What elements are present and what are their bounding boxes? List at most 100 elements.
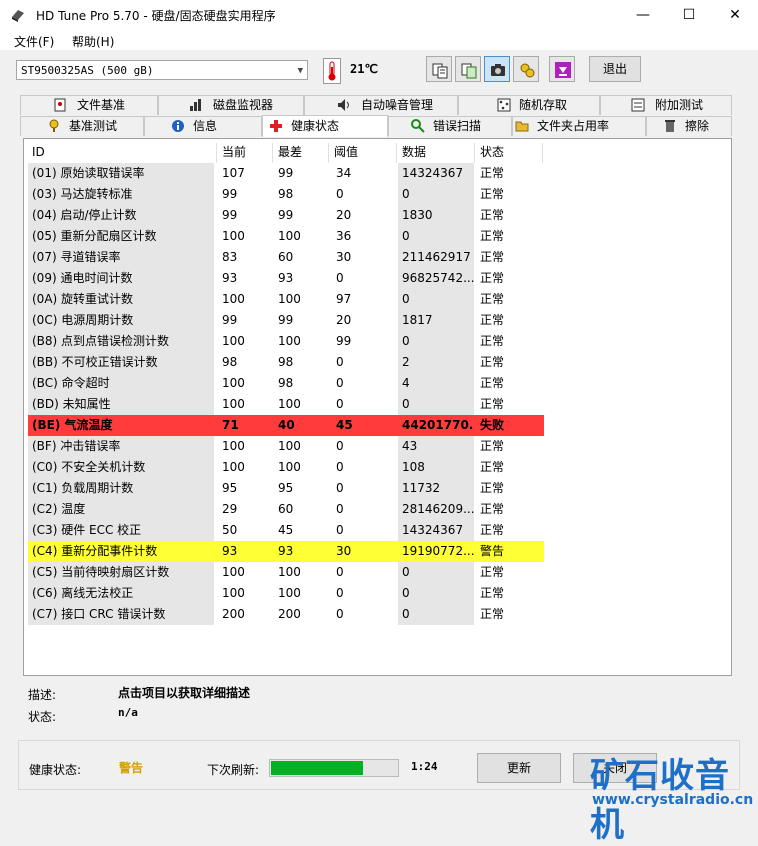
table-row[interactable]: (05) 重新分配扇区计数 100 100 36 0 正常: [28, 226, 544, 247]
table-header: ID 当前 最差 阈值 数据 状态: [28, 141, 728, 163]
column-header-status[interactable]: 状态: [480, 141, 504, 163]
current-cell: 100: [218, 394, 270, 415]
table-row[interactable]: (C7) 接口 CRC 错误计数 200 200 0 0 正常: [28, 604, 544, 625]
close-window-button[interactable]: ✕: [712, 0, 758, 30]
tab-info[interactable]: 信息: [144, 116, 262, 136]
current-cell: 100: [218, 583, 270, 604]
attribute-id-cell: (C3) 硬件 ECC 校正: [28, 520, 214, 541]
threshold-cell: 0: [336, 607, 344, 621]
drive-select-value: ST9500325AS (500 gB): [21, 64, 154, 77]
table-row[interactable]: (01) 原始读取错误率 107 99 34 14324367 正常: [28, 163, 544, 184]
table-row[interactable]: (C6) 离线无法校正 100 100 0 0 正常: [28, 583, 544, 604]
menu-help[interactable]: 帮助(H): [72, 33, 114, 50]
threshold-cell: 97: [336, 292, 352, 306]
worst-cell: 98: [278, 187, 294, 201]
table-row[interactable]: (C4) 重新分配事件计数 93 93 30 19190772... 警告: [28, 541, 544, 562]
column-header-id[interactable]: ID: [32, 141, 45, 163]
table-row[interactable]: (B8) 点到点错误检测计数 100 100 99 0 正常: [28, 331, 544, 352]
tab-label: 磁盘监视器: [213, 98, 274, 112]
table-row[interactable]: (BB) 不可校正错误计数 98 98 0 2 正常: [28, 352, 544, 373]
save-button[interactable]: [549, 56, 575, 82]
tab-file-benchmark[interactable]: 文件基准: [20, 95, 158, 115]
table-row[interactable]: (03) 马达旋转标准 99 98 0 0 正常: [28, 184, 544, 205]
worst-cell: 100: [278, 565, 301, 579]
tab-extra-tests[interactable]: 附加测试: [600, 95, 732, 115]
attribute-id-cell: (BC) 命令超时: [28, 373, 214, 394]
column-header-worst[interactable]: 最差: [278, 141, 302, 163]
smart-table[interactable]: ID 当前 最差 阈值 数据 状态 (01) 原始读取错误率 107 99 34 143…: [23, 138, 732, 676]
table-row[interactable]: (07) 寻道错误率 83 60 30 211462917 正常: [28, 247, 544, 268]
current-cell: 200: [218, 604, 270, 625]
tab-health[interactable]: 健康状态: [262, 115, 388, 137]
status-cell: 正常: [480, 355, 505, 369]
copy-info-button[interactable]: [455, 56, 481, 82]
status-cell: 正常: [480, 523, 505, 537]
table-row[interactable]: (09) 通电时间计数 93 93 0 96825742... 正常: [28, 268, 544, 289]
table-row[interactable]: (C5) 当前待映射扇区计数 100 100 0 0 正常: [28, 562, 544, 583]
health-status-value: 警告: [119, 761, 144, 775]
status-cell: 正常: [480, 586, 505, 600]
update-button[interactable]: 更新: [477, 753, 561, 783]
drive-select[interactable]: ST9500325AS (500 gB) ▼: [16, 60, 308, 80]
maximize-button[interactable]: ☐: [666, 0, 712, 30]
status-cell: 正常: [480, 334, 505, 348]
column-header-data[interactable]: 数据: [402, 141, 426, 163]
table-row[interactable]: (C0) 不安全关机计数 100 100 0 108 正常: [28, 457, 544, 478]
table-row[interactable]: (BF) 冲击错误率 100 100 0 43 正常: [28, 436, 544, 457]
tab-folder-usage[interactable]: 文件夹占用率: [512, 116, 646, 136]
menu-file[interactable]: 文件(F): [14, 33, 54, 50]
watermark: 矿石收音机 www.crystalradio.cn: [590, 748, 756, 845]
tab-label: 随机存取: [519, 98, 568, 112]
column-header-current[interactable]: 当前: [222, 141, 246, 163]
attribute-id-cell: (BB) 不可校正错误计数: [28, 352, 214, 373]
table-row[interactable]: (0C) 电源周期计数 99 99 20 1817 正常: [28, 310, 544, 331]
tab-label: 健康状态: [291, 119, 340, 133]
threshold-cell: 20: [336, 208, 352, 222]
tab-noise-management[interactable]: 自动噪音管理: [304, 95, 458, 115]
table-row[interactable]: (C1) 负载周期计数 95 95 0 11732 正常: [28, 478, 544, 499]
exit-button[interactable]: 退出: [589, 56, 641, 82]
threshold-cell: 0: [336, 376, 344, 390]
table-row[interactable]: (C2) 温度 29 60 0 28146209... 正常: [28, 499, 544, 520]
attribute-id-cell: (C0) 不安全关机计数: [28, 457, 214, 478]
save-icon: [555, 62, 571, 78]
attribute-id-cell: (04) 启动/停止计数: [28, 205, 214, 226]
table-row[interactable]: (BD) 未知属性 100 100 0 0 正常: [28, 394, 544, 415]
threshold-cell: 30: [336, 250, 352, 264]
description-label: 描述:: [28, 688, 57, 702]
column-header-threshold[interactable]: 阈值: [334, 141, 358, 163]
table-row[interactable]: (C3) 硬件 ECC 校正 50 45 0 14324367 正常: [28, 520, 544, 541]
column-divider: [396, 143, 397, 163]
worst-cell: 100: [278, 334, 301, 348]
column-divider: [216, 143, 217, 163]
threshold-cell: 0: [336, 355, 344, 369]
minimize-button[interactable]: —: [620, 0, 666, 30]
current-cell: 107: [218, 163, 270, 184]
tab-error-scan[interactable]: 错误扫描: [388, 116, 512, 136]
data-cell: 108: [398, 457, 474, 478]
attribute-id-cell: (07) 寻道错误率: [28, 247, 214, 268]
data-cell: 19190772...: [402, 544, 474, 558]
status-cell: 正常: [480, 208, 505, 222]
tab-disk-monitor[interactable]: 磁盘监视器: [158, 95, 304, 115]
table-row[interactable]: (0A) 旋转重试计数 100 100 97 0 正常: [28, 289, 544, 310]
attribute-id-cell: (01) 原始读取错误率: [28, 163, 214, 184]
attribute-id-cell: (0A) 旋转重试计数: [28, 289, 214, 310]
current-cell: 83: [218, 247, 270, 268]
tab-label: 信息: [193, 119, 218, 133]
erase-icon: [665, 120, 675, 132]
table-row[interactable]: (BC) 命令超时 100 98 0 4 正常: [28, 373, 544, 394]
tab-erase[interactable]: 擦除: [646, 116, 732, 136]
copy-text-button[interactable]: [426, 56, 452, 82]
current-cell: 99: [218, 205, 270, 226]
table-row[interactable]: (04) 启动/停止计数 99 99 20 1830 正常: [28, 205, 544, 226]
data-cell: 0: [398, 289, 474, 310]
watermark-url: www.crystalradio.cn: [592, 792, 754, 808]
tab-random-access[interactable]: 随机存取: [458, 95, 600, 115]
column-divider: [474, 143, 475, 163]
tab-benchmark[interactable]: 基准测试: [20, 116, 144, 136]
table-row[interactable]: (BE) 气流温度 71 40 45 44201770... 失败: [28, 415, 544, 436]
options-button[interactable]: [513, 56, 539, 82]
screenshot-button[interactable]: [484, 56, 510, 82]
status-cell: 正常: [480, 376, 505, 390]
